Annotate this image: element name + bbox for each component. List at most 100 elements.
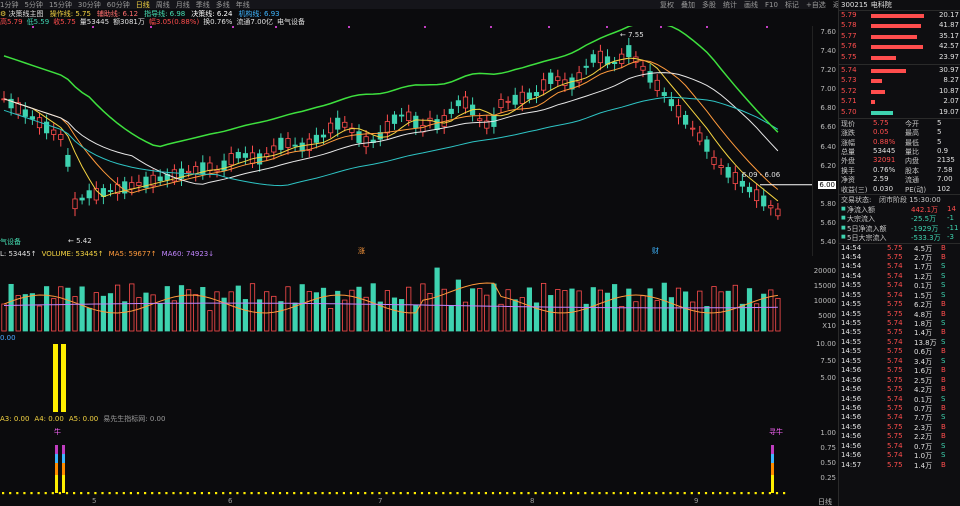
tick-time: 14:55 (841, 328, 862, 337)
volume-bar (15, 295, 21, 332)
volume-bar (320, 287, 327, 332)
ask-row[interactable]: 5.75 23.97 (839, 53, 960, 63)
tab-6[interactable]: 周线 (156, 1, 170, 9)
ask-row[interactable]: 5.76 42.57 (839, 42, 960, 52)
flow-value: -1929万 (911, 224, 939, 233)
candle-body (434, 119, 440, 130)
candle-body (86, 190, 92, 199)
signal-column (771, 454, 774, 463)
a-indicator-chart[interactable]: 牛 寻牛 (0, 423, 812, 496)
signal-column (55, 454, 58, 463)
bid-row[interactable]: 5.71 2.07 (839, 97, 960, 107)
volume-bar (1, 303, 7, 332)
ask-row[interactable]: 5.78 41.87 (839, 21, 960, 31)
volume-bar (597, 289, 604, 332)
ma-white-line (3, 72, 779, 185)
candle-body (58, 134, 64, 140)
volume-bar (178, 285, 185, 332)
volume-bar (342, 299, 348, 332)
baseline-dot (250, 492, 253, 495)
baseline-dot (37, 492, 40, 495)
tick-row: 14:56 5.74 1.0万 S (839, 451, 960, 460)
order-volume: 8.27 (943, 76, 959, 85)
tab-2[interactable]: 15分钟 (49, 1, 72, 9)
candle-body (697, 132, 703, 142)
tick-time: 14:55 (841, 337, 862, 346)
tick-time: 14:54 (841, 262, 862, 271)
baseline-dot (286, 492, 289, 495)
tick-price: 5.74 (887, 290, 903, 299)
signal-column (62, 445, 65, 454)
annotation-high: ← 7.55 (620, 31, 644, 39)
volume-bar (441, 288, 447, 332)
baseline-dot (101, 492, 104, 495)
tab-3[interactable]: 30分钟 (78, 1, 101, 9)
candle-body (384, 121, 391, 134)
date-axis: 5 6 7 8 9 (0, 496, 812, 506)
candlestick-chart[interactable]: ← 7.55← 5.426.09 - 6.06气设备涨财 (0, 26, 812, 256)
ma-green-line (3, 26, 779, 148)
volume-bar (51, 298, 57, 332)
info-item-4: 额3081万 (113, 18, 145, 26)
tick-time: 14:55 (841, 300, 862, 309)
tab-5[interactable]: 日线 (136, 1, 150, 9)
tick-row: 14:55 5.75 0.6万 B (839, 347, 960, 356)
tick-direction: B (941, 328, 946, 337)
period-label[interactable]: 日线 (818, 497, 832, 506)
volume-bar (363, 296, 369, 332)
bid-row[interactable]: 5.74 30.97 (839, 66, 960, 76)
stat-value: 0.76% (873, 165, 896, 174)
volume-bar (36, 305, 43, 332)
depth-bar (871, 68, 906, 73)
tick-direction: B (941, 422, 946, 431)
bar-indicator-chart[interactable] (0, 338, 812, 414)
tool-2[interactable]: 多股 (702, 1, 716, 9)
tool-5[interactable]: F10 (765, 1, 778, 9)
tool-7[interactable]: +自选 (806, 1, 826, 9)
bid-row[interactable]: 5.70 19.07 (839, 108, 960, 118)
baseline-dot (527, 492, 530, 495)
candle-body (292, 144, 298, 147)
baseline-dot (23, 492, 26, 495)
depth-bar (871, 55, 896, 60)
tick-list[interactable]: 14:54 5.75 4.5万 B 14:54 5.75 2.7万 B 14:54 5.74 1.7… (839, 244, 960, 471)
volume-bar (434, 267, 440, 332)
ask-row[interactable]: 5.77 35.17 (839, 32, 960, 42)
tab-1[interactable]: 5分钟 (24, 1, 42, 9)
signal-column (62, 454, 65, 463)
tool-3[interactable]: 统计 (723, 1, 737, 9)
bid-row[interactable]: 5.73 8.27 (839, 76, 960, 86)
price-tick: 7.00 (820, 85, 836, 94)
volume-bar (356, 286, 362, 332)
candle-body (541, 79, 547, 91)
tick-price: 5.74 (887, 356, 903, 365)
ask-row[interactable]: 5.79 20.17 (839, 11, 960, 21)
tool-1[interactable]: 叠加 (681, 1, 695, 9)
tool-4[interactable]: 画线 (744, 1, 758, 9)
tab-4[interactable]: 60分钟 (107, 1, 130, 9)
tab-9[interactable]: 多线 (216, 1, 230, 9)
tool-0[interactable]: 复权 (660, 1, 674, 9)
volume-bar (604, 292, 611, 332)
tick-row: 14:56 5.74 0.1万 S (839, 395, 960, 404)
order-volume: 30.97 (938, 65, 959, 74)
a-indicator-header: A3: 0.00 A4: 0.00 A5: 0.00 易先生指标网: 0.00 (0, 414, 812, 423)
tick-direction: B (941, 460, 946, 469)
tab-7[interactable]: 月线 (176, 1, 190, 9)
baseline-dot (520, 492, 523, 495)
tab-10[interactable]: 年线 (236, 1, 250, 9)
tab-0[interactable]: 1分钟 (0, 1, 18, 9)
bid-row[interactable]: 5.72 10.87 (839, 87, 960, 97)
tool-6[interactable]: 标记 (785, 1, 799, 9)
order-volume: 42.57 (938, 42, 959, 51)
tick-price: 5.75 (887, 300, 903, 309)
bar-tick: 10.00 (815, 340, 836, 348)
a-value-1: A4: 0.00 (34, 415, 64, 423)
order-volume: 20.17 (938, 11, 959, 19)
candle-body (711, 156, 717, 165)
baseline-dot (577, 492, 580, 495)
order-price: 5.75 (841, 52, 857, 61)
tab-8[interactable]: 季线 (196, 1, 210, 9)
candle-body (185, 170, 192, 173)
volume-chart[interactable] (0, 259, 812, 334)
